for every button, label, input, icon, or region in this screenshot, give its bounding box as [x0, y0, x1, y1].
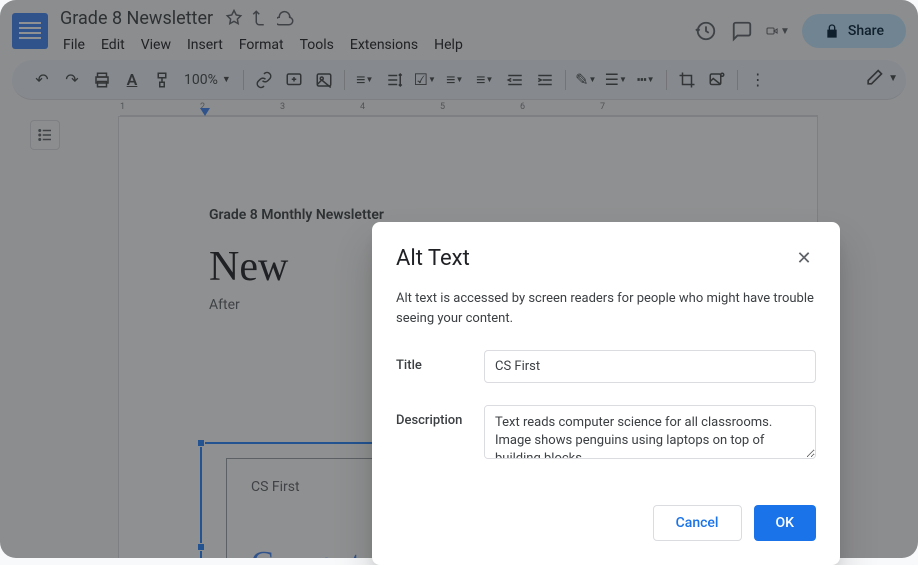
title-field-label: Title: [396, 350, 484, 373]
description-textarea[interactable]: [484, 405, 816, 459]
cancel-button[interactable]: Cancel: [653, 505, 742, 541]
ok-button[interactable]: OK: [754, 505, 817, 541]
title-input[interactable]: [484, 350, 816, 383]
alt-text-dialog: Alt Text ✕ Alt text is accessed by scree…: [372, 222, 840, 565]
description-field-label: Description: [396, 405, 484, 428]
dialog-description: Alt text is accessed by screen readers f…: [396, 289, 816, 328]
close-icon[interactable]: ✕: [792, 246, 816, 270]
dialog-title: Alt Text: [396, 246, 470, 271]
